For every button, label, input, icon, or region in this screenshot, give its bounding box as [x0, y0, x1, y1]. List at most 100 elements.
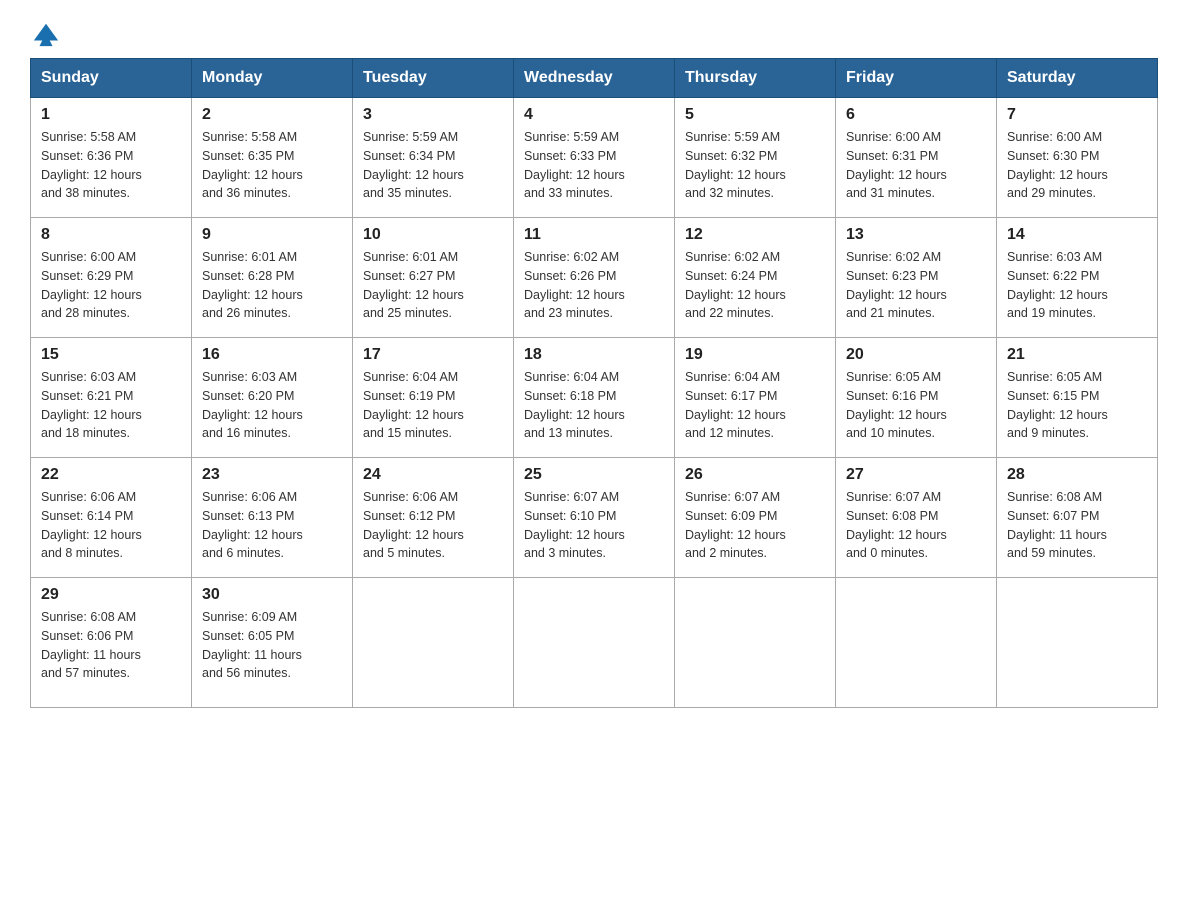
day-info: Sunrise: 6:03 AMSunset: 6:22 PMDaylight:… — [1007, 248, 1147, 323]
day-number: 2 — [202, 106, 342, 124]
day-number: 23 — [202, 466, 342, 484]
calendar-cell: 7Sunrise: 6:00 AMSunset: 6:30 PMDaylight… — [997, 98, 1158, 218]
calendar-cell: 22 Sunrise: 6:06 AMSunset: 6:14 PMDayligh… — [31, 458, 192, 578]
day-number: 7 — [1007, 106, 1147, 124]
calendar-cell: 24 Sunrise: 6:06 AMSunset: 6:12 PMDayligh… — [353, 458, 514, 578]
calendar-cell: 16 Sunrise: 6:03 AMSunset: 6:20 PMDayligh… — [192, 338, 353, 458]
day-info: Sunrise: 6:09 AMSunset: 6:05 PMDaylight:… — [202, 608, 342, 683]
day-number: 14 — [1007, 226, 1147, 244]
calendar-cell: 18 Sunrise: 6:04 AMSunset: 6:18 PMDayligh… — [514, 338, 675, 458]
day-number: 17 — [363, 346, 503, 364]
calendar-cell: 20 Sunrise: 6:05 AMSunset: 6:16 PMDayligh… — [836, 338, 997, 458]
day-info: Sunrise: 5:59 AMSunset: 6:32 PMDaylight:… — [685, 128, 825, 203]
day-info: Sunrise: 6:05 AMSunset: 6:16 PMDaylight:… — [846, 368, 986, 443]
day-info: Sunrise: 6:03 AMSunset: 6:20 PMDaylight:… — [202, 368, 342, 443]
calendar-cell: 8 Sunrise: 6:00 AMSunset: 6:29 PMDaylight… — [31, 218, 192, 338]
day-info: Sunrise: 6:00 AMSunset: 6:29 PMDaylight:… — [41, 248, 181, 323]
logo — [30, 20, 60, 48]
calendar-table: SundayMondayTuesdayWednesdayThursdayFrid… — [30, 58, 1158, 708]
calendar-week-row-3: 15 Sunrise: 6:03 AMSunset: 6:21 PMDayligh… — [31, 338, 1158, 458]
day-number: 10 — [363, 226, 503, 244]
page-header — [30, 20, 1158, 48]
calendar-cell: 3 Sunrise: 5:59 AMSunset: 6:34 PMDaylight… — [353, 98, 514, 218]
day-info: Sunrise: 5:59 AMSunset: 6:33 PMDaylight:… — [524, 128, 664, 203]
calendar-cell — [997, 578, 1158, 708]
day-number: 6 — [846, 106, 986, 124]
day-info: Sunrise: 6:04 AMSunset: 6:18 PMDaylight:… — [524, 368, 664, 443]
day-info: Sunrise: 6:02 AMSunset: 6:24 PMDaylight:… — [685, 248, 825, 323]
weekday-header-wednesday: Wednesday — [514, 59, 675, 98]
day-number: 22 — [41, 466, 181, 484]
calendar-cell: 23 Sunrise: 6:06 AMSunset: 6:13 PMDayligh… — [192, 458, 353, 578]
weekday-header-row: SundayMondayTuesdayWednesdayThursdayFrid… — [31, 59, 1158, 98]
day-number: 1 — [41, 106, 181, 124]
calendar-cell: 14 Sunrise: 6:03 AMSunset: 6:22 PMDayligh… — [997, 218, 1158, 338]
calendar-cell: 25Sunrise: 6:07 AMSunset: 6:10 PMDayligh… — [514, 458, 675, 578]
calendar-cell: 12 Sunrise: 6:02 AMSunset: 6:24 PMDayligh… — [675, 218, 836, 338]
day-info: Sunrise: 5:58 AMSunset: 6:36 PMDaylight:… — [41, 128, 181, 203]
day-number: 8 — [41, 226, 181, 244]
calendar-cell: 17 Sunrise: 6:04 AMSunset: 6:19 PMDayligh… — [353, 338, 514, 458]
day-number: 29 — [41, 586, 181, 604]
day-info: Sunrise: 5:59 AMSunset: 6:34 PMDaylight:… — [363, 128, 503, 203]
day-info: Sunrise: 6:07 AMSunset: 6:10 PMDaylight:… — [524, 488, 664, 563]
weekday-header-saturday: Saturday — [997, 59, 1158, 98]
day-number: 13 — [846, 226, 986, 244]
calendar-cell — [836, 578, 997, 708]
day-info: Sunrise: 6:06 AMSunset: 6:12 PMDaylight:… — [363, 488, 503, 563]
calendar-cell: 21Sunrise: 6:05 AMSunset: 6:15 PMDayligh… — [997, 338, 1158, 458]
calendar-cell: 30 Sunrise: 6:09 AMSunset: 6:05 PMDayligh… — [192, 578, 353, 708]
day-number: 20 — [846, 346, 986, 364]
calendar-cell: 27 Sunrise: 6:07 AMSunset: 6:08 PMDayligh… — [836, 458, 997, 578]
calendar-cell: 28Sunrise: 6:08 AMSunset: 6:07 PMDayligh… — [997, 458, 1158, 578]
calendar-cell: 29Sunrise: 6:08 AMSunset: 6:06 PMDayligh… — [31, 578, 192, 708]
day-info: Sunrise: 6:02 AMSunset: 6:26 PMDaylight:… — [524, 248, 664, 323]
day-number: 24 — [363, 466, 503, 484]
day-info: Sunrise: 6:07 AMSunset: 6:09 PMDaylight:… — [685, 488, 825, 563]
day-info: Sunrise: 6:06 AMSunset: 6:14 PMDaylight:… — [41, 488, 181, 563]
calendar-cell: 2 Sunrise: 5:58 AMSunset: 6:35 PMDaylight… — [192, 98, 353, 218]
day-number: 26 — [685, 466, 825, 484]
day-info: Sunrise: 6:07 AMSunset: 6:08 PMDaylight:… — [846, 488, 986, 563]
day-number: 16 — [202, 346, 342, 364]
calendar-cell: 6 Sunrise: 6:00 AMSunset: 6:31 PMDaylight… — [836, 98, 997, 218]
weekday-header-tuesday: Tuesday — [353, 59, 514, 98]
weekday-header-friday: Friday — [836, 59, 997, 98]
day-info: Sunrise: 6:01 AMSunset: 6:27 PMDaylight:… — [363, 248, 503, 323]
day-info: Sunrise: 6:01 AMSunset: 6:28 PMDaylight:… — [202, 248, 342, 323]
calendar-cell: 26 Sunrise: 6:07 AMSunset: 6:09 PMDayligh… — [675, 458, 836, 578]
day-info: Sunrise: 6:06 AMSunset: 6:13 PMDaylight:… — [202, 488, 342, 563]
day-number: 4 — [524, 106, 664, 124]
calendar-cell: 15 Sunrise: 6:03 AMSunset: 6:21 PMDayligh… — [31, 338, 192, 458]
day-number: 30 — [202, 586, 342, 604]
calendar-cell: 10 Sunrise: 6:01 AMSunset: 6:27 PMDayligh… — [353, 218, 514, 338]
calendar-cell: 1 Sunrise: 5:58 AMSunset: 6:36 PMDaylight… — [31, 98, 192, 218]
calendar-cell: 11 Sunrise: 6:02 AMSunset: 6:26 PMDayligh… — [514, 218, 675, 338]
day-info: Sunrise: 6:03 AMSunset: 6:21 PMDaylight:… — [41, 368, 181, 443]
calendar-cell — [514, 578, 675, 708]
day-number: 21 — [1007, 346, 1147, 364]
calendar-week-row-4: 22 Sunrise: 6:06 AMSunset: 6:14 PMDayligh… — [31, 458, 1158, 578]
logo-icon — [32, 20, 60, 48]
day-number: 9 — [202, 226, 342, 244]
day-number: 3 — [363, 106, 503, 124]
day-number: 15 — [41, 346, 181, 364]
day-info: Sunrise: 6:02 AMSunset: 6:23 PMDaylight:… — [846, 248, 986, 323]
day-number: 27 — [846, 466, 986, 484]
calendar-cell — [675, 578, 836, 708]
day-info: Sunrise: 6:04 AMSunset: 6:19 PMDaylight:… — [363, 368, 503, 443]
calendar-cell: 5 Sunrise: 5:59 AMSunset: 6:32 PMDaylight… — [675, 98, 836, 218]
day-number: 5 — [685, 106, 825, 124]
weekday-header-monday: Monday — [192, 59, 353, 98]
day-number: 19 — [685, 346, 825, 364]
day-number: 12 — [685, 226, 825, 244]
calendar-week-row-1: 1 Sunrise: 5:58 AMSunset: 6:36 PMDaylight… — [31, 98, 1158, 218]
day-info: Sunrise: 5:58 AMSunset: 6:35 PMDaylight:… — [202, 128, 342, 203]
day-number: 18 — [524, 346, 664, 364]
day-info: Sunrise: 6:04 AMSunset: 6:17 PMDaylight:… — [685, 368, 825, 443]
calendar-cell — [353, 578, 514, 708]
day-number: 11 — [524, 226, 664, 244]
day-info: Sunrise: 6:00 AMSunset: 6:31 PMDaylight:… — [846, 128, 986, 203]
calendar-cell: 4 Sunrise: 5:59 AMSunset: 6:33 PMDaylight… — [514, 98, 675, 218]
calendar-cell: 13 Sunrise: 6:02 AMSunset: 6:23 PMDayligh… — [836, 218, 997, 338]
